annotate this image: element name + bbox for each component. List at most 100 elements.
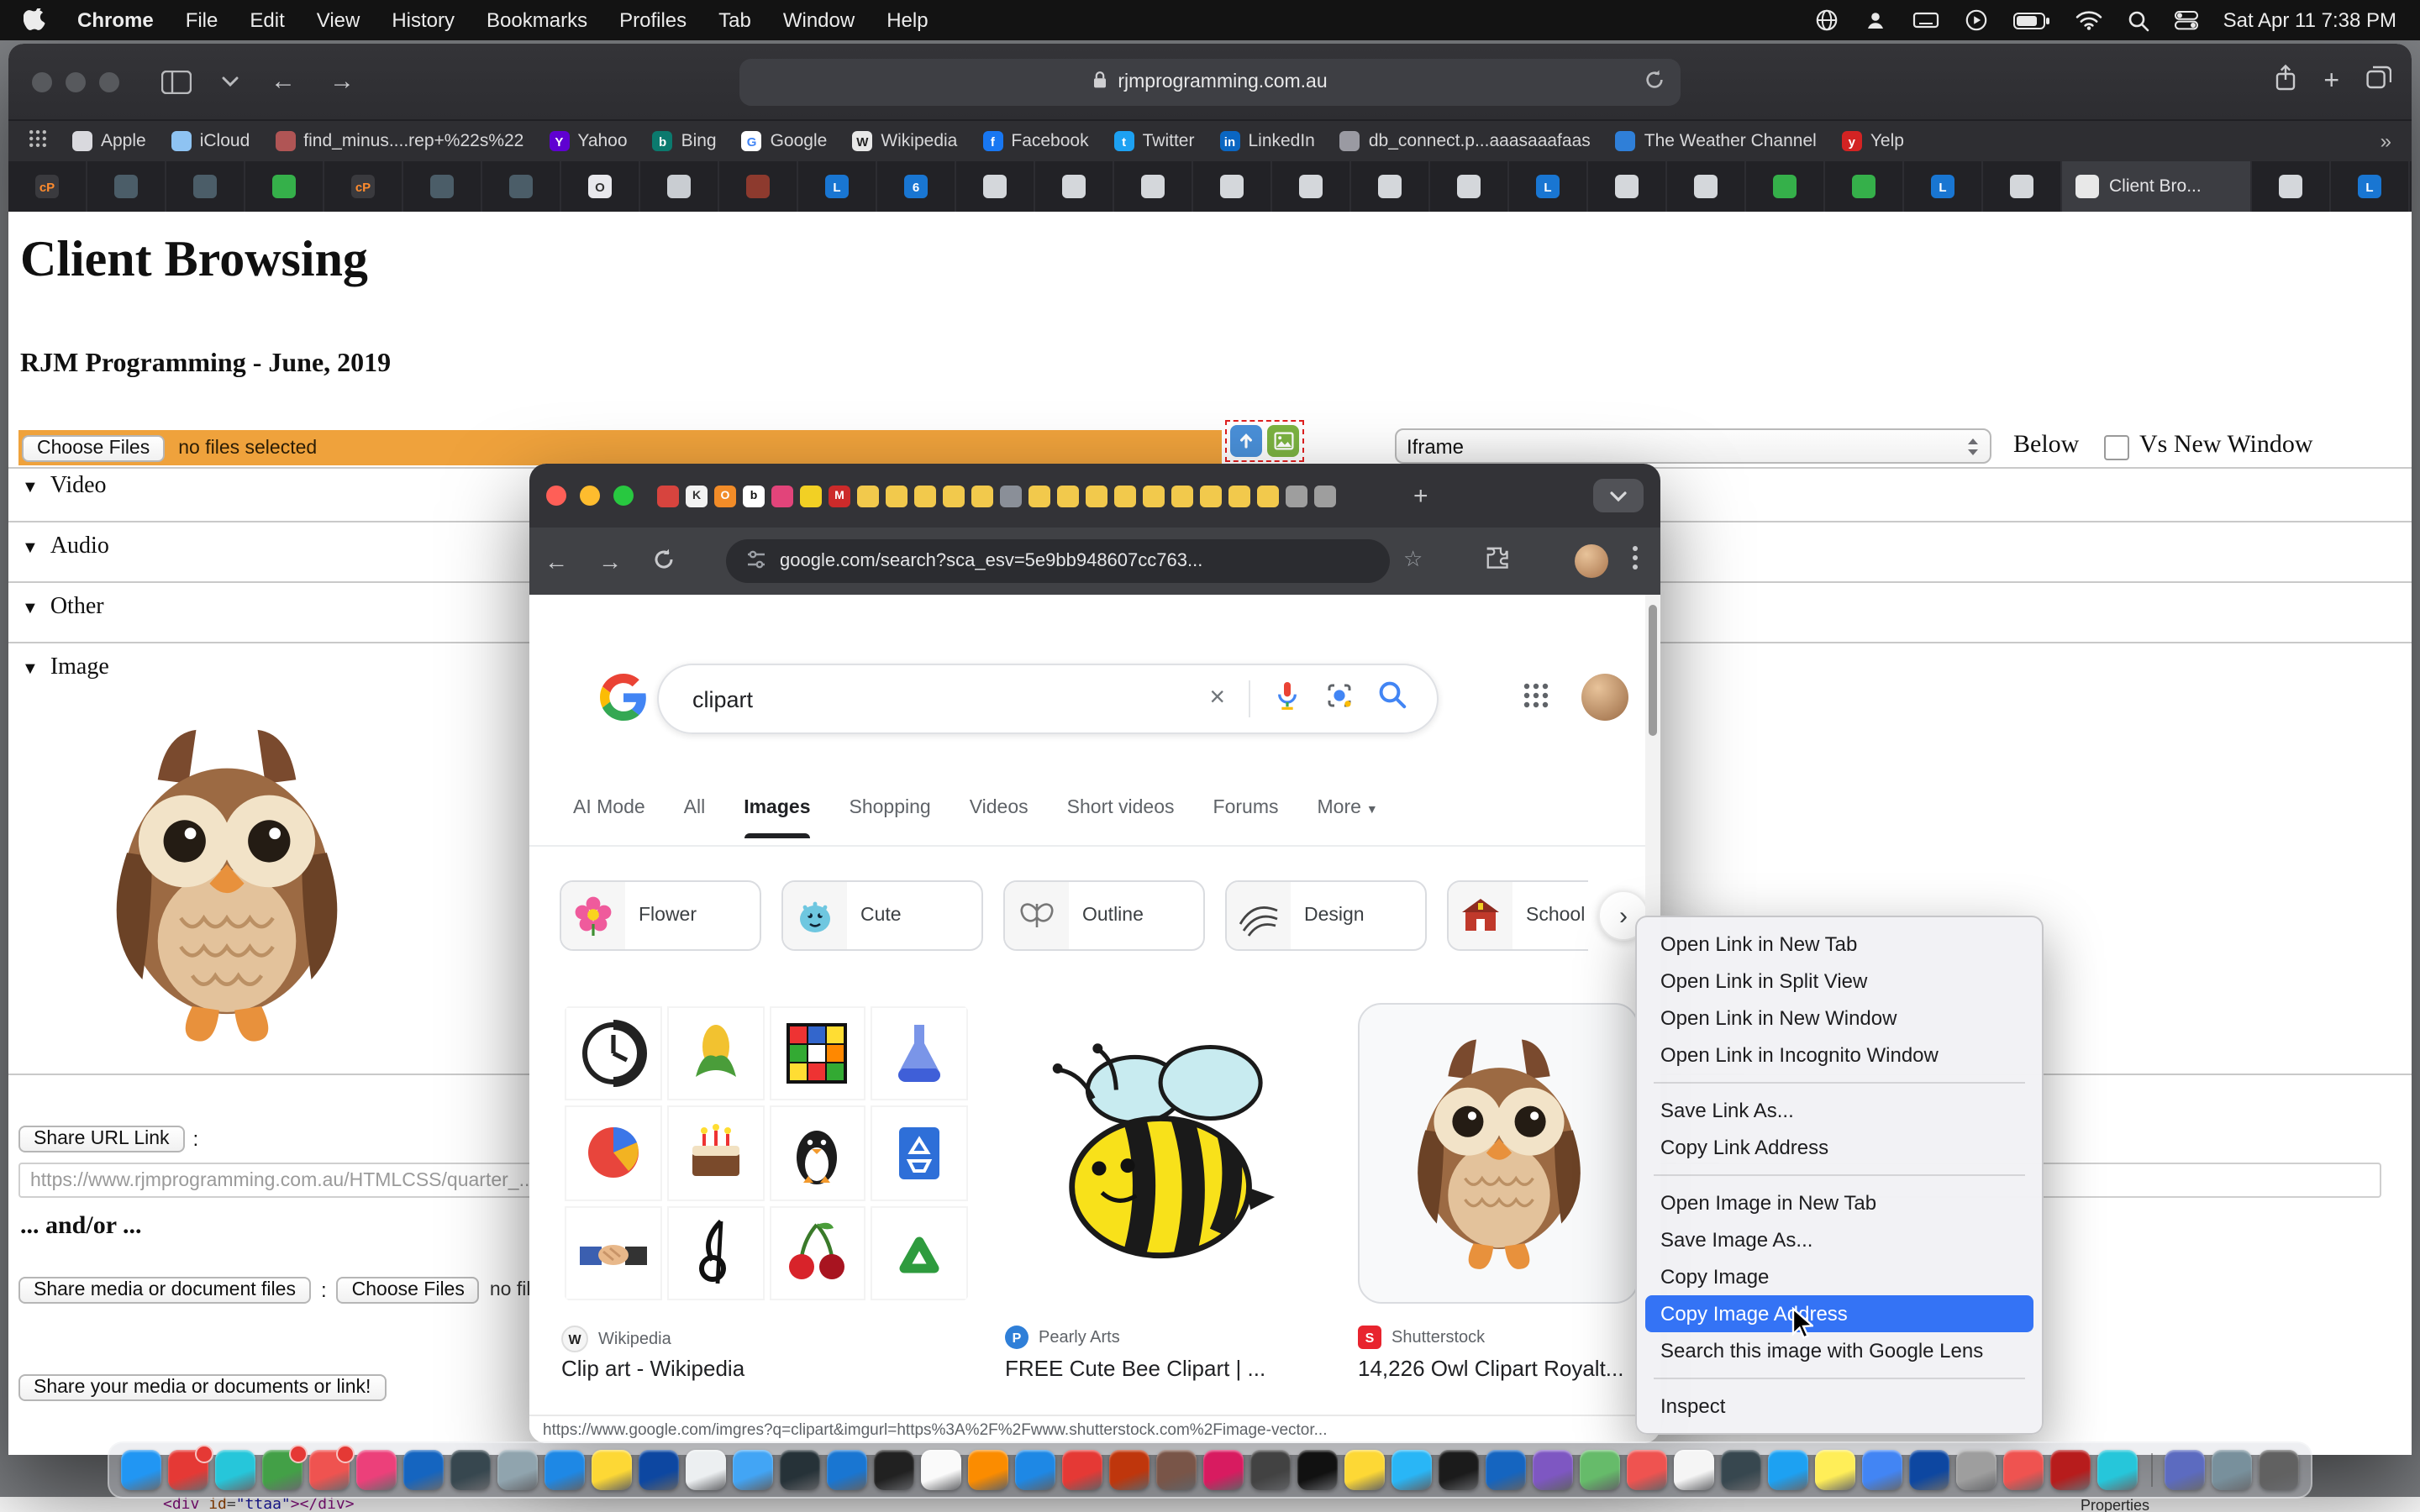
dock-icon[interactable] [1815,1450,1855,1490]
upload-icon[interactable] [1230,425,1262,457]
bookmark-item[interactable]: find_minus....rep+%22s%22 [275,131,523,151]
popup-tab-favicon[interactable] [1000,485,1022,507]
dock-icon[interactable] [827,1450,867,1490]
google-account-avatar[interactable] [1581,674,1628,721]
bookmark-item[interactable]: The Weather Channel [1616,131,1817,151]
google-lens-icon[interactable] [1324,680,1355,718]
popup-tab-favicon[interactable] [1143,485,1165,507]
dock-icon[interactable] [1156,1450,1197,1490]
popup-tab-favicon[interactable] [1257,485,1279,507]
play-icon[interactable] [1965,8,1988,32]
bookmark-item[interactable]: YYahoo [549,131,627,151]
bookmark-item[interactable]: inLinkedIn [1219,131,1314,151]
overflow-menu-icon[interactable] [1632,544,1639,580]
file-upload-field[interactable]: Choose Files no files selected [18,430,1222,465]
menubar-item[interactable]: Window [783,8,855,32]
dock-icon[interactable] [1250,1450,1291,1490]
google-tab-images[interactable]: Images [744,798,810,828]
dock-icon[interactable] [309,1450,350,1490]
bookmark-item[interactable]: bBing [653,131,717,151]
dock-icon[interactable] [262,1450,302,1490]
menubar-item[interactable]: Profiles [619,8,687,32]
dock-icon[interactable] [1109,1450,1150,1490]
menu-item[interactable]: Save Link As... [1637,1092,2042,1129]
browser-tab[interactable] [245,161,324,212]
browser-tab[interactable]: cP [324,161,403,212]
popup-address-bar[interactable]: google.com/search?sca_esv=5e9bb948607cc7… [726,539,1390,583]
menubar-clock[interactable]: Sat Apr 11 7:38 PM [2223,8,2396,32]
menubar-item[interactable]: View [317,8,360,32]
chip-cute[interactable]: Cute [781,880,983,951]
dock-icon[interactable] [1439,1450,1479,1490]
choose-files-button-2[interactable]: Choose Files [337,1277,480,1304]
popup-tab-favicon[interactable] [1028,485,1050,507]
popup-tab-favicon[interactable]: M [829,485,850,507]
dock-icon[interactable] [1674,1450,1714,1490]
browser-tab[interactable] [1746,161,1825,212]
dock-icon[interactable] [780,1450,820,1490]
dock-icon[interactable] [1344,1450,1385,1490]
section-other[interactable]: ▼Other [22,595,104,622]
popup-tab-favicon[interactable] [914,485,936,507]
menubar-item[interactable]: History [392,8,455,32]
share-icon[interactable] [2273,64,2296,99]
dock-icon[interactable] [215,1450,255,1490]
menu-item[interactable]: Copy Image [1637,1258,2042,1295]
tab-search-chevron-icon[interactable] [1593,479,1644,512]
iframe-select[interactable]: Iframe [1395,428,1991,464]
dock-icon[interactable] [1486,1450,1526,1490]
google-tab-ai-mode[interactable]: AI Mode [573,798,645,828]
dock-icon[interactable] [403,1450,444,1490]
scrollbar-thumb[interactable] [1649,605,1657,736]
result-title[interactable]: Clip art - Wikipedia [561,1356,971,1381]
menu-item[interactable]: Copy Image Address [1645,1295,2033,1332]
dock-icon[interactable] [1203,1450,1244,1490]
menu-item[interactable]: Save Image As... [1637,1221,2042,1258]
browser-tab[interactable] [1114,161,1193,212]
dock-icon[interactable] [1297,1450,1338,1490]
bookmarks-overflow-icon[interactable]: » [2381,129,2391,153]
dock-icon[interactable] [1956,1450,1996,1490]
dock-icon[interactable] [733,1450,773,1490]
share-url-label[interactable]: Share URL Link [18,1126,185,1152]
bookmark-item[interactable]: WWikipedia [852,131,957,151]
browser-tab[interactable] [403,161,482,212]
browser-tab[interactable] [1588,161,1667,212]
bookmark-item[interactable]: yYelp [1842,131,1904,151]
popup-tab-favicon[interactable] [1228,485,1250,507]
dock-icon[interactable] [450,1450,491,1490]
browser-tab[interactable]: L [2331,161,2410,212]
browser-tab[interactable] [719,161,798,212]
dock-icon[interactable] [1580,1450,1620,1490]
popup-tab-favicon[interactable] [857,485,879,507]
back-button[interactable]: ← [544,548,568,575]
apple-logo-icon[interactable] [24,8,45,33]
sidebar-icon[interactable] [161,70,192,93]
vpn-globe-icon[interactable] [1815,8,1839,32]
google-search-box[interactable]: clipart × [657,664,1439,734]
dock-icon[interactable] [639,1450,679,1490]
popup-tab-favicon[interactable] [1171,485,1193,507]
dock-icon[interactable] [2097,1450,2138,1490]
dock-icon[interactable] [874,1450,914,1490]
menubar-item[interactable]: Help [886,8,928,32]
menu-item[interactable]: Inspect [1637,1388,2042,1425]
dock-icon[interactable] [1627,1450,1667,1490]
google-tab-more[interactable]: More▼ [1318,798,1378,828]
dock-icon[interactable] [497,1450,538,1490]
google-tab-videos[interactable]: Videos [970,798,1028,828]
popup-tab-favicon[interactable] [771,485,793,507]
google-tab-short-videos[interactable]: Short videos [1067,798,1175,828]
browser-tab[interactable] [482,161,561,212]
menu-item[interactable]: Search this image with Google Lens [1637,1332,2042,1369]
dock-icon[interactable] [968,1450,1008,1490]
chip-design[interactable]: Design [1225,880,1427,951]
active-tab[interactable]: Client Bro... [2062,161,2252,212]
result-title[interactable]: FREE Cute Bee Clipart | ... [1005,1356,1324,1381]
zoom-window-button[interactable] [613,486,634,506]
voice-search-icon[interactable] [1274,678,1301,720]
browser-tab[interactable] [640,161,719,212]
google-logo[interactable] [600,674,647,721]
google-apps-grid-icon[interactable] [1523,682,1549,717]
menubar-item[interactable]: Tab [718,8,751,32]
